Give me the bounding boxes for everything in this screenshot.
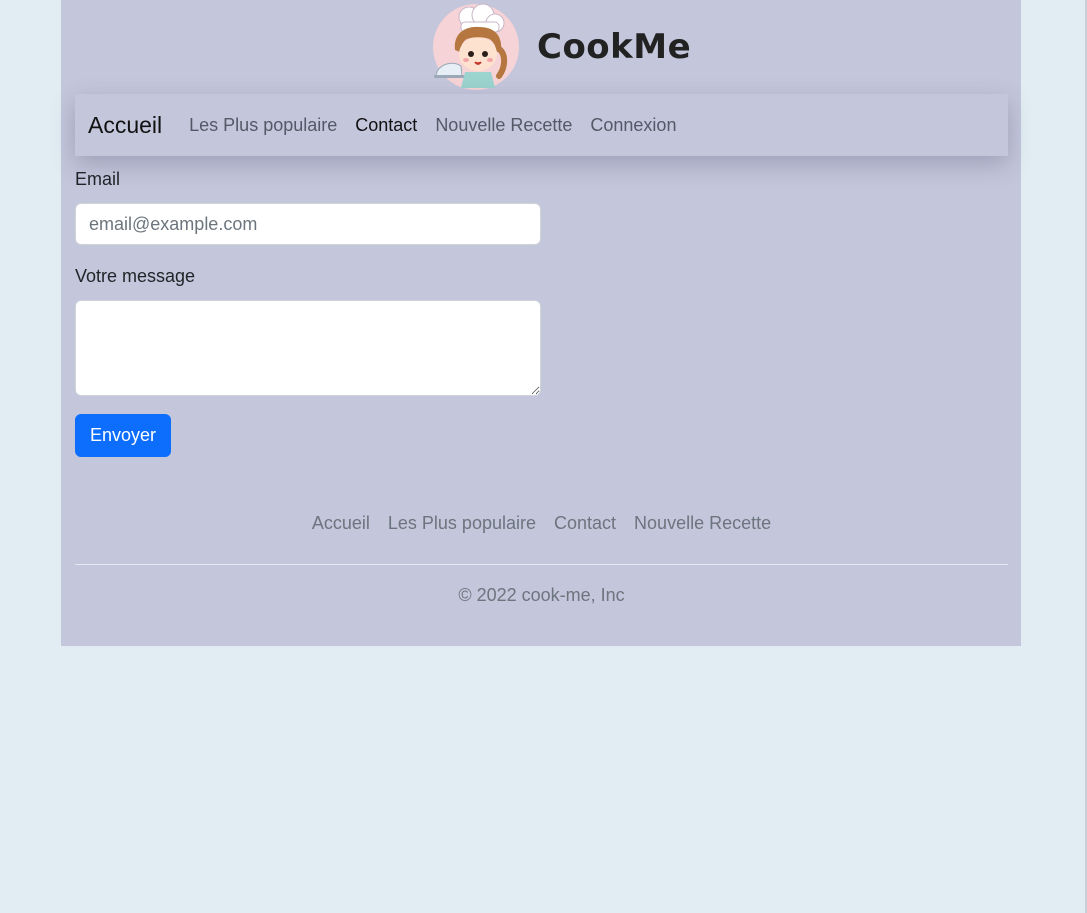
- copyright-text: © 2022 cook-me, Inc: [458, 585, 625, 605]
- chef-girl-logo-icon: [433, 3, 519, 90]
- footer-link-popular[interactable]: Les Plus populaire: [388, 513, 536, 534]
- footer-link-contact[interactable]: Contact: [554, 513, 616, 534]
- page-container: CookMe Accueil Les Plus populaire Contac…: [61, 0, 1021, 646]
- email-input[interactable]: [75, 203, 541, 245]
- nav-link-new-recipe[interactable]: Nouvelle Recette: [435, 115, 572, 136]
- main-navbar: Accueil Les Plus populaire Contact Nouve…: [75, 94, 1008, 156]
- site-header: CookMe: [431, 2, 691, 92]
- footer-link-new-recipe[interactable]: Nouvelle Recette: [634, 513, 771, 534]
- footer-divider: [75, 564, 1008, 565]
- footer-nav: Accueil Les Plus populaire Contact Nouve…: [75, 505, 1008, 541]
- email-label: Email: [75, 169, 121, 189]
- site-title: CookMe: [537, 27, 692, 67]
- nav-link-login[interactable]: Connexion: [590, 115, 676, 136]
- nav-brand-home[interactable]: Accueil: [88, 112, 162, 139]
- footer-link-home[interactable]: Accueil: [312, 513, 370, 534]
- site-footer: Accueil Les Plus populaire Contact Nouve…: [75, 505, 1008, 606]
- message-label: Votre message: [75, 266, 196, 286]
- contact-form: Email Votre message Envoyer: [75, 168, 541, 457]
- nav-link-contact[interactable]: Contact: [355, 115, 417, 136]
- message-textarea[interactable]: [75, 300, 541, 396]
- send-button[interactable]: Envoyer: [75, 414, 172, 457]
- nav-link-popular[interactable]: Les Plus populaire: [189, 115, 337, 136]
